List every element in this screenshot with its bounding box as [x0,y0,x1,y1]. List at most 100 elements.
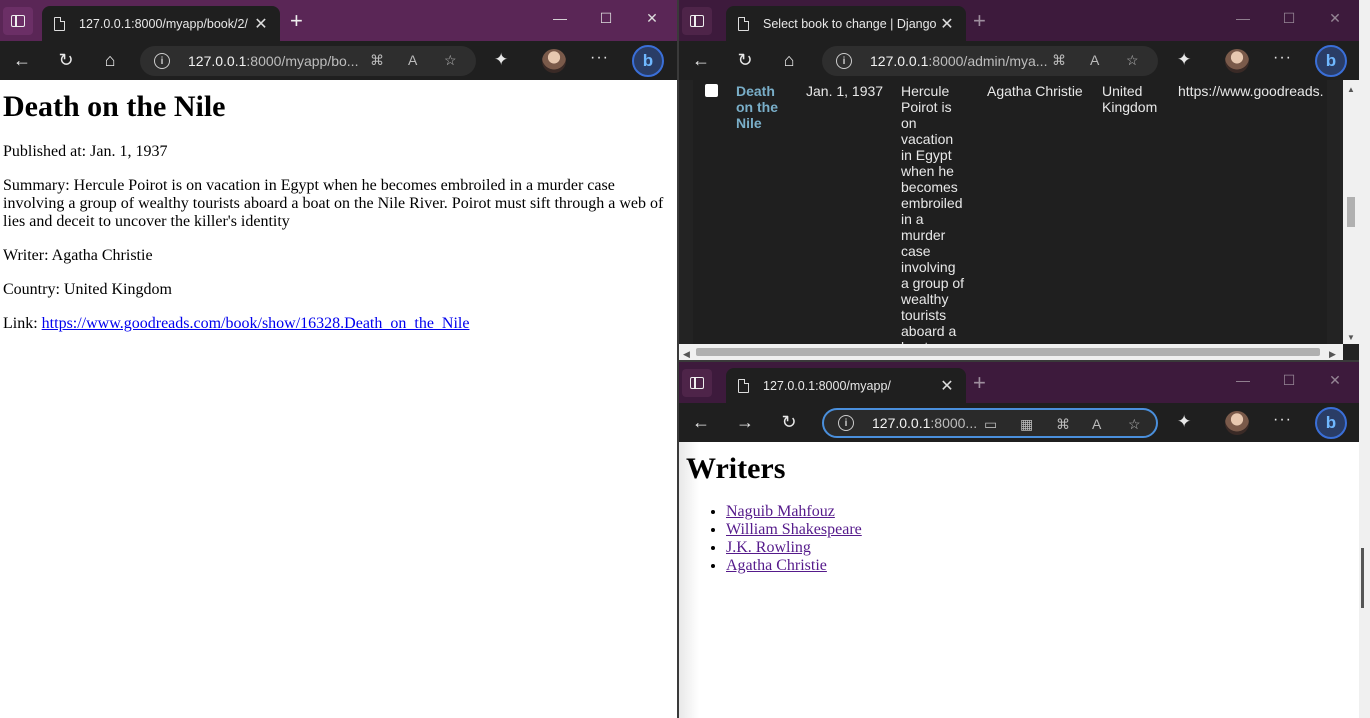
back-button[interactable]: ← [679,403,723,442]
country-cell: United Kingdom [1102,83,1157,115]
scroll-down-arrow[interactable]: ▼ [1347,330,1355,346]
tab-title: Select book to change | Django s [763,16,936,31]
summary-line: Hercule [901,83,950,99]
minimize-button[interactable]: — [537,10,583,26]
tab-django-admin[interactable]: Select book to change | Django s ✕ [726,6,966,41]
scroll-left-arrow[interactable]: ◀ [683,346,690,360]
back-button[interactable]: ← [679,41,723,80]
close-window-button[interactable]: ✕ [629,10,675,27]
favorite-icon[interactable]: ☆ [1128,416,1141,433]
browser-window-django-admin: Select book to change | Django s ✕ + — ☐ ✕… [679,0,1359,360]
summary-cell: Hercule Poirot is on vacation in Egypt w… [901,83,971,355]
new-tab-button[interactable]: + [290,10,303,32]
tab-actions-button[interactable] [3,7,33,35]
tab-actions-button[interactable] [682,369,712,397]
writer-link[interactable]: Naguib Mahfouz [726,503,835,520]
favorite-icon[interactable]: ☆ [444,52,457,69]
summary-line: murder [901,227,946,243]
refresh-button[interactable]: ↻ [723,41,767,80]
scroll-up-arrow[interactable]: ▲ [1347,82,1355,98]
bing-copilot-icon[interactable]: b [1315,45,1347,77]
tab-book-detail[interactable]: 127.0.0.1:8000/myapp/book/2/ ✕ [42,6,280,41]
writer-link[interactable]: J.K. Rowling [726,539,811,556]
maximize-button[interactable]: ☐ [1266,10,1312,27]
scrollbar-thumb[interactable] [696,348,1320,356]
avatar[interactable] [1225,411,1249,435]
writer-cell: Agatha Christie [987,83,1083,99]
qr-code-icon[interactable]: ▦ [1020,416,1033,433]
site-info-icon[interactable]: i [836,53,852,69]
address-path: :8000... [930,415,978,431]
writer-link[interactable]: Agatha Christie [726,557,827,574]
list-item: Naguib Mahfouz [726,503,1352,521]
summary-line: involving [901,259,956,275]
site-info-icon[interactable]: i [154,53,170,69]
title-line: Death [736,83,775,99]
close-window-button[interactable]: ✕ [1312,10,1358,27]
title-bar: 127.0.0.1:8000/myapp/book/2/ ✕ + — ☐ ✕ [0,0,677,41]
vertical-scrollbar[interactable]: ▲ ▼ [1343,80,1359,344]
extensions-icon[interactable]: ✦ [1177,50,1191,70]
tag-icon[interactable]: ⌘ [1052,52,1066,69]
minimize-button[interactable]: — [1220,10,1266,26]
avatar[interactable] [542,49,566,73]
page-title: Death on the Nile [3,90,226,123]
forward-button[interactable]: → [723,403,767,442]
new-tab-button[interactable]: + [973,372,986,394]
refresh-button[interactable]: ↻ [767,403,811,442]
favorite-icon[interactable]: ☆ [1126,52,1139,69]
book-title-link[interactable]: Death on the Nile [736,83,778,131]
site-info-icon[interactable]: i [838,415,854,431]
home-button[interactable]: ⌂ [767,41,811,80]
scrollbar-thumb[interactable] [1347,197,1355,227]
tab-writers[interactable]: 127.0.0.1:8000/myapp/ ✕ [726,368,966,403]
tab-actions-icon [11,15,25,27]
tab-actions-button[interactable] [682,7,712,35]
book-link[interactable]: https://www.goodreads.com/book/show/1632… [42,315,470,332]
page-icon [54,16,65,31]
back-button[interactable]: ← [0,41,44,80]
page-content: Death on the Nile Published at: Jan. 1, … [0,80,677,358]
app-available-icon[interactable]: ▭ [984,416,997,433]
home-button[interactable]: ⌂ [88,41,132,80]
browser-window-book-detail: 127.0.0.1:8000/myapp/book/2/ ✕ + — ☐ ✕ ← ↻… [0,0,677,718]
address-bar[interactable]: i 127.0.0.1:8000/admin/mya... ⌘ A ☆ [822,46,1158,76]
more-menu-button[interactable]: ··· [1273,411,1292,429]
bing-copilot-icon[interactable]: b [1315,407,1347,439]
bing-copilot-icon[interactable]: b [632,45,664,77]
screen-edge-scrollbar[interactable] [1359,0,1370,718]
extensions-icon[interactable]: ✦ [494,50,508,70]
refresh-button[interactable]: ↻ [44,41,88,80]
writer-link[interactable]: William Shakespeare [726,521,862,538]
tag-icon[interactable]: ⌘ [370,52,384,69]
scrollbar-thumb[interactable] [1361,548,1364,608]
more-menu-button[interactable]: ··· [1273,49,1292,67]
close-tab-icon[interactable]: ✕ [936,14,958,34]
list-item: J.K. Rowling [726,539,1352,557]
maximize-button[interactable]: ☐ [583,10,629,27]
horizontal-scrollbar[interactable]: ◀ ▶ [679,344,1343,360]
window-controls: — ☐ ✕ [537,10,675,27]
summary-line: when he [901,163,954,179]
address-host: 127.0.0.1 [188,53,247,69]
more-menu-button[interactable]: ··· [590,49,609,67]
new-tab-button[interactable]: + [973,10,986,32]
avatar[interactable] [1225,49,1249,73]
minimize-button[interactable]: — [1220,372,1266,388]
close-tab-icon[interactable]: ✕ [936,376,958,396]
close-window-button[interactable]: ✕ [1312,372,1358,389]
page-content: Writers Naguib Mahfouz William Shakespea… [679,442,1359,718]
address-bar[interactable]: i 127.0.0.1:8000/myapp/bo... ⌘ A ☆ [140,46,476,76]
close-tab-icon[interactable]: ✕ [250,14,272,34]
read-aloud-icon[interactable]: A [408,52,417,68]
admin-changelist: Death on the Nile Jan. 1, 1937 Hercule P… [679,80,1359,360]
row-select-checkbox[interactable] [705,84,718,97]
scroll-right-arrow[interactable]: ▶ [1329,346,1336,360]
read-aloud-icon[interactable]: A [1090,52,1099,68]
extensions-icon[interactable]: ✦ [1177,412,1191,432]
address-bar[interactable]: i 127.0.0.1:8000... ▭ ▦ ⌘ A ☆ [822,408,1158,438]
read-aloud-icon[interactable]: A [1092,416,1101,432]
maximize-button[interactable]: ☐ [1266,372,1312,389]
summary-line: on [901,115,917,131]
tag-icon[interactable]: ⌘ [1056,416,1070,433]
